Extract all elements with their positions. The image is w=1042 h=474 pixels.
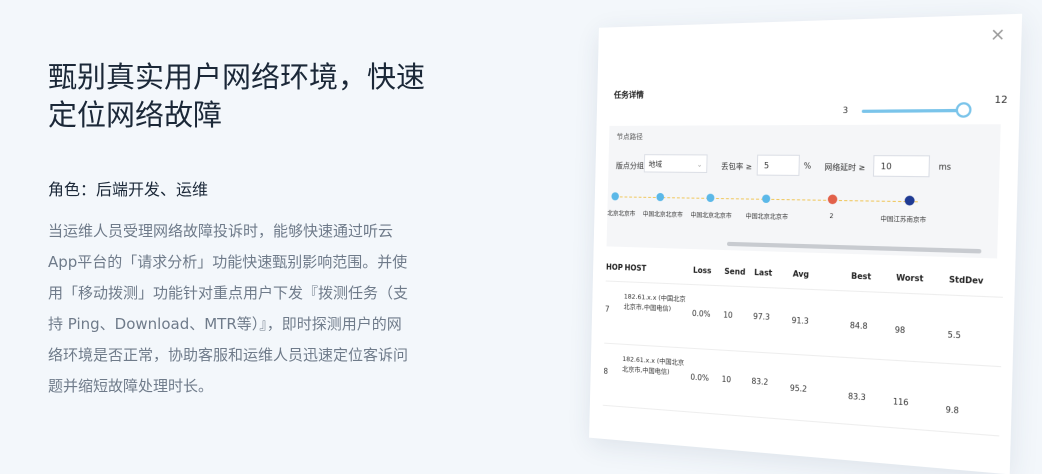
description-line: 题并缩短故障处理时长。 bbox=[48, 377, 214, 395]
node-path-section: 节点路径 版点分组 地域 ⌄ 丢包率 ≥ 5 % 网络延时 ≥ 10 ms 北京… bbox=[606, 124, 1001, 259]
worst-cell: 116 bbox=[892, 396, 909, 408]
latency-input[interactable]: 10 bbox=[872, 155, 931, 178]
description-line: 用「移动拨测」功能针对重点用户下发『拨测任务（支 bbox=[48, 284, 409, 302]
worst-cell: 98 bbox=[894, 324, 906, 336]
task-detail-panel: × 任务详情 3 12 节点路径 版点分组 地域 ⌄ 丢包率 ≥ 5 % 网络延… bbox=[589, 13, 1023, 474]
best-cell: 83.3 bbox=[847, 391, 866, 403]
hop-cell: 7 bbox=[604, 304, 610, 314]
path-node[interactable] bbox=[656, 192, 665, 202]
slider-max-value: 12 bbox=[994, 95, 1008, 107]
close-icon[interactable]: × bbox=[990, 23, 1006, 45]
host-cell: 182.61.x.x (中国北京北京市,中国电信) bbox=[623, 292, 686, 313]
description: 当运维人员受理网络故障投诉时，能够快速通过听云 App平台的「请求分析」功能快速… bbox=[48, 216, 468, 402]
node-path-label: 节点路径 bbox=[616, 132, 643, 141]
path-node[interactable] bbox=[611, 192, 619, 201]
column-header: Avg bbox=[792, 269, 810, 280]
loss-cell: 0.0% bbox=[690, 372, 710, 383]
group-select-value: 地域 bbox=[648, 160, 663, 169]
slider-min-value: 3 bbox=[842, 105, 849, 116]
screenshot-stage: × 任务详情 3 12 节点路径 版点分组 地域 ⌄ 丢包率 ≥ 5 % 网络延… bbox=[586, 13, 1023, 474]
column-header: HOP bbox=[605, 262, 623, 273]
loss-cell: 0.0% bbox=[691, 308, 711, 319]
send-cell: 10 bbox=[723, 310, 733, 321]
column-header: HOST bbox=[624, 263, 647, 274]
path-node-name: 中国北京北京市 bbox=[745, 213, 789, 222]
column-header: Last bbox=[754, 267, 773, 278]
stddev-cell: 9.8 bbox=[945, 404, 960, 416]
stddev-cell: 5.5 bbox=[947, 329, 962, 341]
path-node-name: 2 bbox=[829, 212, 834, 221]
description-line: App平台的「请求分析」功能快速甄别影响范围。并使 bbox=[48, 253, 408, 271]
description-line: 络环境是否正常，协助客服和运维人员迅速定位客诉问 bbox=[48, 346, 409, 364]
path-node-name: 中国北京北京市 bbox=[642, 210, 683, 219]
best-cell: 84.8 bbox=[849, 320, 868, 332]
column-header: Worst bbox=[896, 272, 924, 284]
latency-label: 网络延时 ≥ bbox=[824, 162, 866, 173]
group-select[interactable]: 地域 ⌄ bbox=[643, 154, 708, 174]
description-line: 持 Ping、Download、MTR等）』，即时探测用户的网 bbox=[48, 315, 402, 333]
last-cell: 83.2 bbox=[751, 376, 769, 388]
send-cell: 10 bbox=[721, 374, 732, 385]
last-cell: 97.3 bbox=[753, 311, 771, 322]
path-node[interactable] bbox=[827, 194, 838, 205]
group-label: 版点分组 bbox=[615, 161, 645, 171]
panel-title: 任务详情 bbox=[613, 90, 644, 100]
hop-cell: 8 bbox=[603, 366, 609, 377]
column-header: Loss bbox=[692, 265, 712, 276]
column-header: StdDev bbox=[948, 274, 984, 286]
loss-input[interactable]: 5 bbox=[756, 154, 800, 176]
latency-unit: ms bbox=[938, 161, 952, 172]
loss-unit: % bbox=[803, 161, 812, 171]
path-node[interactable] bbox=[706, 193, 715, 203]
path-node-name: 北京北京市 bbox=[607, 210, 636, 218]
slider-track[interactable] bbox=[861, 108, 961, 113]
page-headline: 甄别真实用户网络环境，快速 定位网络故障 bbox=[48, 58, 468, 134]
chevron-down-icon: ⌄ bbox=[696, 160, 703, 169]
path-node-name: 中国北京北京市 bbox=[690, 211, 732, 221]
avg-cell: 91.3 bbox=[791, 315, 809, 327]
path-node[interactable] bbox=[762, 194, 771, 204]
host-cell: 182.61.x.x (中国北京北京市,中国电信) bbox=[622, 354, 685, 377]
mtr-table: HOP HOST Loss Send Last Avg Best Worst S… bbox=[602, 256, 1004, 437]
horizontal-scrollbar[interactable] bbox=[726, 241, 982, 254]
filter-row: 版点分组 地域 ⌄ 丢包率 ≥ 5 % 网络延时 ≥ 10 ms bbox=[616, 152, 998, 180]
column-header: Send bbox=[724, 266, 746, 277]
headline-line-1: 甄别真实用户网络环境，快速 bbox=[48, 60, 426, 94]
hop-range-slider[interactable]: 3 12 bbox=[842, 93, 1009, 118]
path-node[interactable] bbox=[904, 195, 915, 206]
description-line: 当运维人员受理网络故障投诉时，能够快速通过听云 bbox=[48, 222, 394, 240]
role-label: 角色：后端开发、运维 bbox=[48, 180, 209, 199]
avg-cell: 95.2 bbox=[789, 383, 808, 394]
slider-handle[interactable] bbox=[955, 102, 972, 118]
loss-label: 丢包率 ≥ bbox=[720, 161, 753, 172]
column-header: Best bbox=[851, 271, 872, 282]
path-node-name: 中国江苏南京市 bbox=[880, 215, 927, 225]
headline-line-2: 定位网络故障 bbox=[48, 98, 223, 132]
